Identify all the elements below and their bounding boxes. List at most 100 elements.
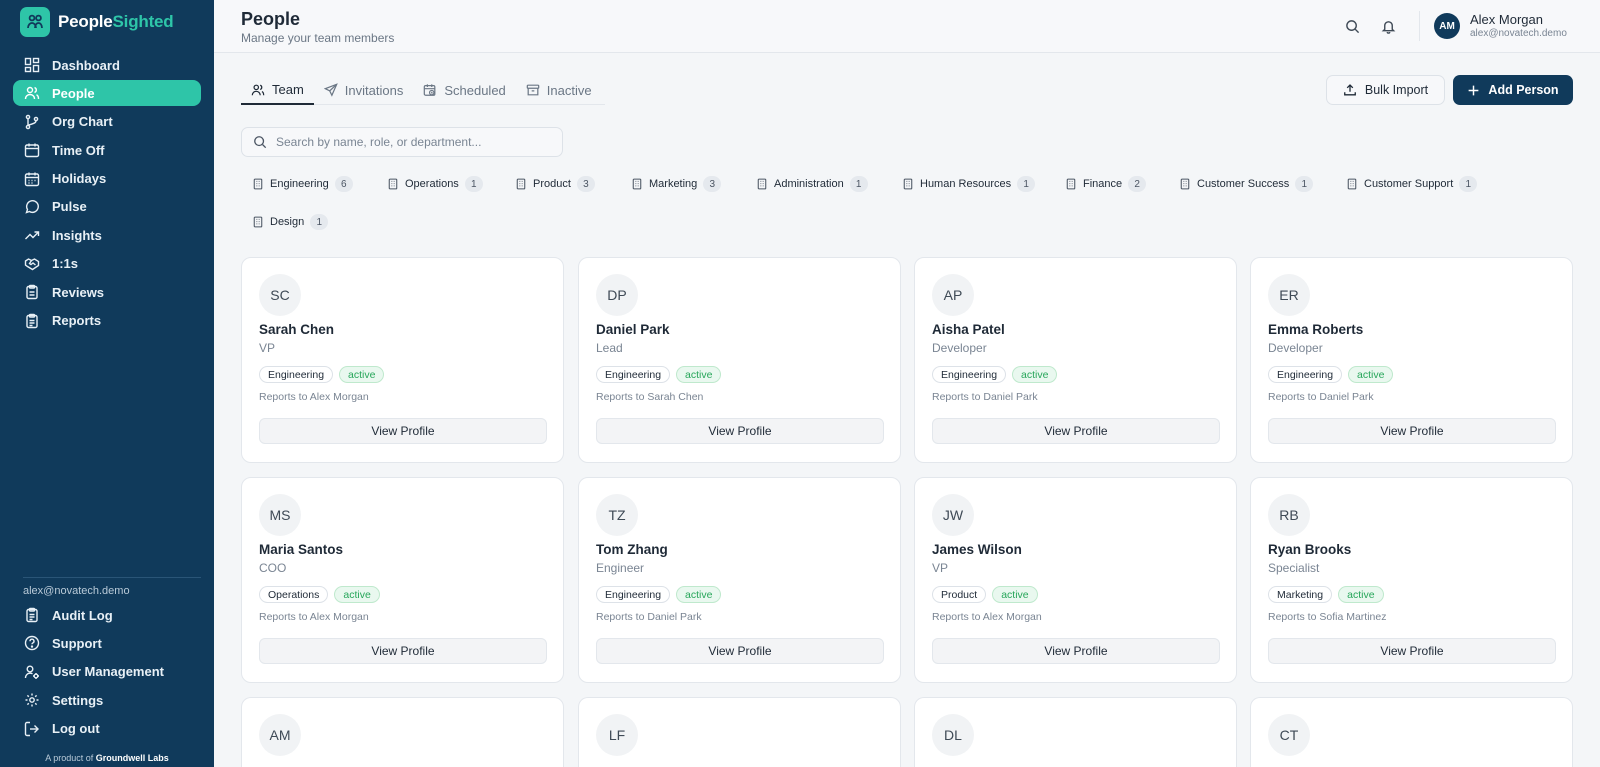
reports-to: Reports to Alex Morgan [932, 611, 1042, 623]
status-badge: active [676, 586, 722, 603]
sidebar-item-one-on-ones[interactable]: 1:1s [13, 251, 201, 277]
brand[interactable]: PeopleSighted [20, 7, 174, 37]
person-name: Ryan Brooks [1268, 542, 1352, 557]
dept-filter-administration[interactable]: Administration 1 [756, 174, 868, 194]
avatar[interactable]: AM [1434, 13, 1460, 39]
sidebar-item-settings[interactable]: Settings [13, 687, 201, 713]
sidebar: PeopleSighted Dashboard People Org Chart… [0, 0, 214, 767]
sidebar-item-label: Dashboard [52, 57, 120, 73]
person-card: MS Maria Santos COO Operations active Rep… [241, 477, 564, 683]
department-badge: Engineering [596, 586, 671, 603]
person-role: Developer [1268, 341, 1323, 355]
bell-icon[interactable] [1379, 17, 1397, 35]
tab-inactive[interactable]: Inactive [516, 76, 602, 104]
sidebar-item-org-chart[interactable]: Org Chart [13, 109, 201, 135]
sidebar-item-label: Audit Log [52, 607, 113, 623]
avatar: ER [1268, 274, 1310, 316]
reports-to: Reports to Sarah Chen [596, 391, 704, 403]
view-profile-button[interactable]: View Profile [932, 418, 1220, 444]
gear-icon [25, 693, 39, 707]
view-profile-button[interactable]: View Profile [1268, 638, 1556, 664]
person-role: Engineer [596, 561, 645, 575]
sidebar-item-support[interactable]: Support [13, 630, 201, 656]
person-card: TZ Tom Zhang Engineer Engineering active … [578, 477, 901, 683]
bulk-import-button[interactable]: Bulk Import [1326, 75, 1445, 105]
sidebar-item-reports[interactable]: Reports [13, 308, 201, 334]
person-card: RB Ryan Brooks Specialist Marketing activ… [1250, 477, 1573, 683]
reports-to: Reports to Daniel Park [596, 611, 702, 623]
sidebar-item-time-off[interactable]: Time Off [13, 137, 201, 163]
dept-filter-customer-support[interactable]: Customer Support 1 [1346, 174, 1478, 194]
bulk-import-label: Bulk Import [1364, 83, 1429, 97]
sidebar-item-reviews[interactable]: Reviews [13, 279, 201, 305]
person-role: VP [259, 341, 276, 355]
reports-to: Reports to Alex Morgan [259, 611, 369, 623]
tab-label: Team [272, 82, 304, 97]
org-chart-icon [25, 114, 39, 130]
dept-filter-product[interactable]: Product 3 [515, 174, 595, 194]
sidebar-item-log-out[interactable]: Log out [13, 716, 201, 742]
search-icon[interactable] [1343, 17, 1361, 35]
dept-filter-engineering[interactable]: Engineering 6 [252, 174, 353, 194]
tab-invitations[interactable]: Invitations [314, 76, 414, 104]
person-name: Daniel Park [596, 322, 670, 337]
view-profile-button[interactable]: View Profile [259, 418, 547, 444]
sidebar-item-label: Holidays [52, 171, 107, 187]
count-badge: 1 [1017, 176, 1036, 192]
tab-scheduled[interactable]: Scheduled [413, 76, 515, 104]
view-profile-button[interactable]: View Profile [1268, 418, 1556, 444]
view-profile-button[interactable]: View Profile [259, 638, 547, 664]
person-name: Sarah Chen [259, 322, 335, 337]
page-subtitle: Manage your team members [241, 31, 395, 45]
sidebar-item-dashboard[interactable]: Dashboard [13, 52, 201, 78]
building-icon [757, 178, 767, 190]
count-badge: 3 [576, 176, 595, 192]
brand-name: PeopleSighted [58, 12, 174, 31]
view-profile-button[interactable]: View Profile [932, 638, 1220, 664]
dept-filter-customer-success[interactable]: Customer Success 1 [1179, 174, 1314, 194]
status-badge: active [339, 366, 385, 383]
sidebar-item-audit-log[interactable]: Audit Log [13, 602, 201, 628]
sidebar-item-people[interactable]: People [13, 80, 201, 107]
sidebar-item-insights[interactable]: Insights [13, 222, 201, 248]
dept-filter-finance[interactable]: Finance 2 [1065, 174, 1147, 194]
search-input[interactable] [276, 135, 556, 149]
dept-filter-design[interactable]: Design 1 [252, 212, 329, 232]
clipboard-icon [26, 607, 38, 623]
add-person-label: Add Person [1488, 83, 1559, 97]
calendar-clock-icon [424, 84, 436, 96]
person-role: Lead [596, 341, 623, 355]
building-icon [253, 216, 263, 228]
sidebar-item-pulse[interactable]: Pulse [13, 194, 201, 220]
brand-logo-icon [20, 7, 50, 37]
person-card: AM [241, 697, 564, 767]
view-profile-button[interactable]: View Profile [596, 418, 884, 444]
sidebar-item-holidays[interactable]: Holidays [13, 166, 201, 192]
add-person-button[interactable]: Add Person [1453, 75, 1573, 105]
user-name[interactable]: Alex Morgan [1470, 12, 1543, 27]
archive-icon [526, 84, 540, 96]
avatar: SC [259, 274, 301, 316]
reports-to: Reports to Sofia Martinez [1268, 611, 1387, 623]
chat-bubble-icon [25, 199, 39, 214]
people-tabs: Team Invitations Scheduled Inactive [241, 76, 605, 105]
sidebar-item-user-management[interactable]: User Management [13, 659, 201, 685]
dept-filter-marketing[interactable]: Marketing 3 [631, 174, 722, 194]
avatar: DL [932, 714, 974, 756]
view-profile-button[interactable]: View Profile [596, 638, 884, 664]
building-icon [1347, 178, 1357, 190]
avatar: JW [932, 494, 974, 536]
avatar: RB [1268, 494, 1310, 536]
page-header: People Manage your team members AM Alex … [214, 0, 1600, 53]
people-icon [24, 87, 40, 100]
tab-team[interactable]: Team [241, 76, 314, 105]
person-card: CT [1250, 697, 1573, 767]
dept-filter-human-resources[interactable]: Human Resources 1 [902, 174, 1036, 194]
person-name: Maria Santos [259, 542, 344, 557]
sidebar-item-label: Support [52, 635, 102, 651]
sidebar-item-label: Reports [52, 313, 102, 329]
department-badge: Engineering [259, 366, 334, 383]
department-badge: Operations [259, 586, 329, 603]
dept-filter-operations[interactable]: Operations 1 [387, 174, 483, 194]
sidebar-item-label: Org Chart [52, 114, 113, 130]
